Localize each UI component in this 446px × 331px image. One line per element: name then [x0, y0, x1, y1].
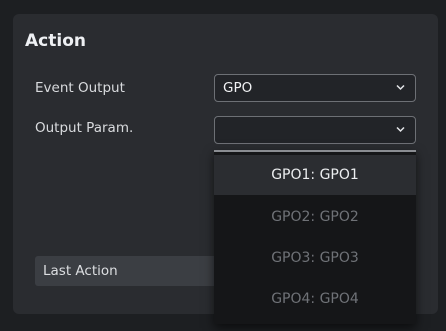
- chevron-down-icon: [396, 126, 405, 133]
- event-output-value: GPO: [223, 80, 253, 96]
- dropdown-option-gpo1[interactable]: GPO1: GPO1: [214, 155, 416, 195]
- last-action-row: Last Action: [35, 256, 217, 286]
- dropdown-option-gpo3[interactable]: GPO3: GPO3: [214, 238, 416, 278]
- window: Action Event Output GPO Output Param. La…: [0, 0, 446, 331]
- event-output-select[interactable]: GPO: [214, 74, 416, 102]
- last-action-label: Last Action: [43, 263, 118, 279]
- section-title: Action: [25, 31, 86, 51]
- dropdown-option-gpo4[interactable]: GPO4: GPO4: [214, 279, 416, 319]
- dropdown-option-gpo2[interactable]: GPO2: GPO2: [214, 197, 416, 237]
- output-param-label: Output Param.: [35, 120, 134, 136]
- output-param-dropdown-menu: GPO1: GPO1 GPO2: GPO2 GPO3: GPO3 GPO4: G…: [214, 150, 416, 324]
- chevron-down-icon: [396, 84, 405, 91]
- output-param-select[interactable]: [214, 116, 416, 144]
- event-output-label: Event Output: [35, 80, 125, 96]
